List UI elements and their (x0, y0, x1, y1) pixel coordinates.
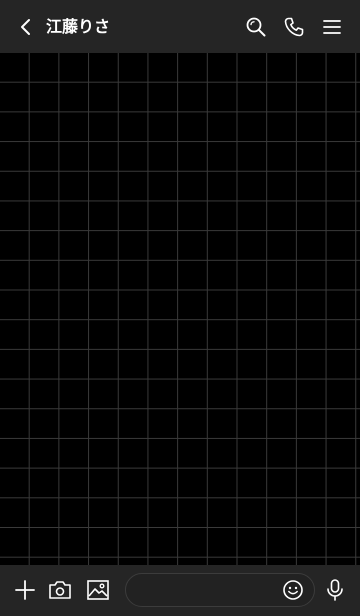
add-button[interactable] (12, 577, 38, 603)
menu-icon (322, 18, 342, 36)
search-icon (245, 16, 267, 38)
chat-screen: 江藤りさ (0, 0, 360, 616)
menu-button[interactable] (319, 14, 345, 40)
chat-header: 江藤りさ (0, 0, 360, 53)
message-area[interactable] (0, 53, 360, 565)
image-icon (86, 579, 110, 601)
search-button[interactable] (243, 14, 269, 40)
plus-icon (14, 579, 36, 601)
call-button[interactable] (281, 14, 307, 40)
smiley-icon (282, 579, 304, 601)
back-button[interactable] (14, 14, 38, 40)
chat-title: 江藤りさ (46, 17, 111, 36)
input-bar (0, 565, 360, 616)
phone-icon (283, 16, 305, 38)
voice-button[interactable] (322, 577, 348, 603)
emoji-button[interactable] (280, 577, 306, 603)
camera-icon (48, 579, 72, 601)
chevron-left-icon (19, 17, 33, 37)
image-button[interactable] (85, 577, 111, 603)
camera-button[interactable] (47, 577, 73, 603)
microphone-icon (324, 578, 346, 602)
